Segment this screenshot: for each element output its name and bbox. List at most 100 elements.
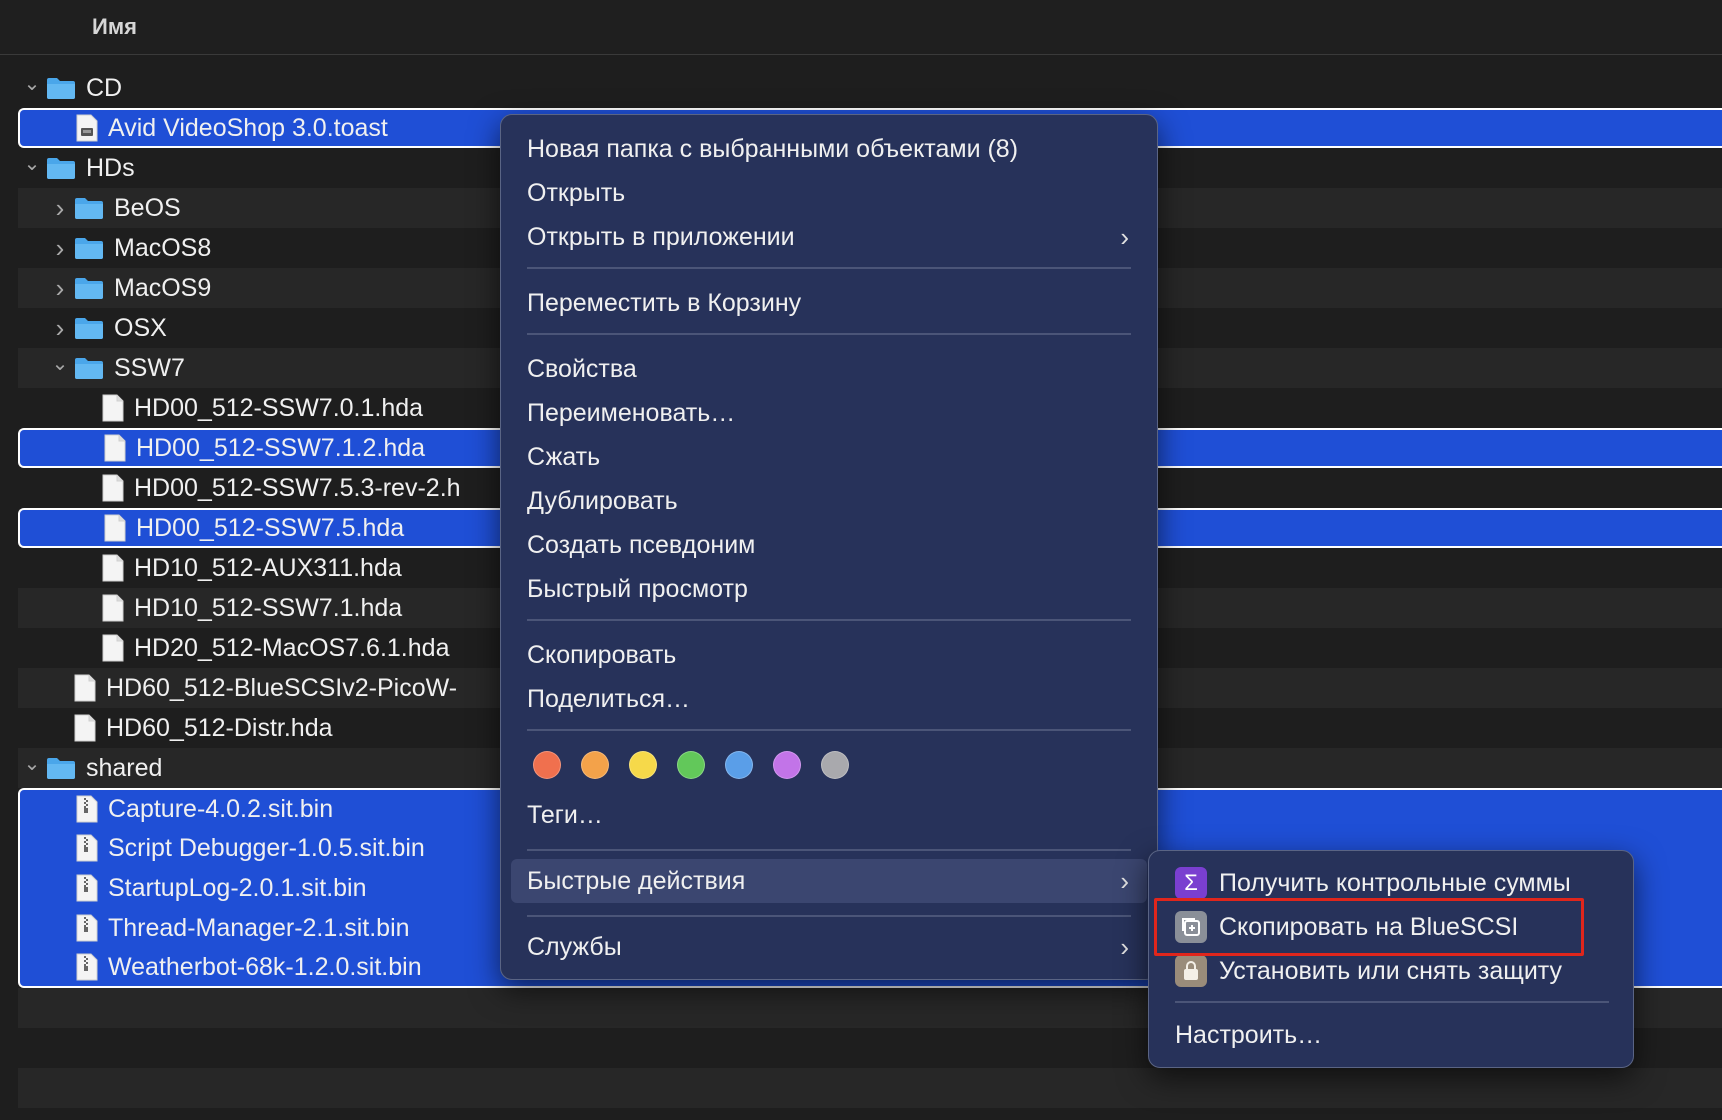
menu-separator	[527, 619, 1131, 621]
file-name: HD10_512-AUX311.hda	[134, 553, 402, 582]
menu-item-tags[interactable]: Теги…	[511, 793, 1147, 837]
menu-item-open[interactable]: Открыть	[511, 171, 1147, 215]
menu-item-label: Дублировать	[527, 486, 678, 515]
menu-item-services[interactable]: Службы ›	[511, 925, 1147, 969]
file-name: Avid VideoShop 3.0.toast	[108, 113, 388, 142]
menu-separator	[527, 729, 1131, 731]
file-name: HD00_512-SSW7.0.1.hda	[134, 393, 424, 422]
menu-item-label: Открыть в приложении	[527, 222, 795, 251]
file-name: HDs	[86, 153, 135, 182]
lock-icon	[1175, 955, 1207, 987]
chevron-down-icon[interactable]: ⌄	[18, 71, 46, 96]
menu-item-label: Установить или снять защиту	[1219, 956, 1563, 985]
empty-row	[18, 1068, 1722, 1108]
file-icon	[104, 514, 126, 542]
menu-item-label: Быстрые действия	[527, 866, 746, 895]
sigma-icon: Σ	[1175, 867, 1207, 899]
menu-item-move-to-trash[interactable]: Переместить в Корзину	[511, 281, 1147, 325]
file-name: HD60_512-BlueSCSIv2-PicoW-	[106, 673, 458, 702]
file-name: HD00_512-SSW7.1.2.hda	[136, 433, 426, 462]
menu-item-label: Свойства	[527, 354, 637, 383]
menu-item-label: Переместить в Корзину	[527, 288, 802, 317]
lock-icon-shape	[1184, 961, 1198, 980]
submenu-item-customize[interactable]: Настроить…	[1159, 1013, 1625, 1057]
file-name: shared	[86, 753, 163, 782]
chevron-right-icon: ›	[1120, 866, 1129, 896]
folder-icon	[46, 76, 76, 100]
file-name: HD00_512-SSW7.5.hda	[136, 513, 405, 542]
tag-color-purple[interactable]	[773, 751, 801, 779]
file-name: HD20_512-MacOS7.6.1.hda	[134, 633, 450, 662]
folder-icon	[74, 356, 104, 380]
menu-item-label: Быстрый просмотр	[527, 574, 748, 603]
archive-icon	[76, 953, 98, 981]
chevron-down-icon[interactable]: ⌄	[46, 351, 74, 376]
archive-icon	[76, 874, 98, 902]
file-icon	[102, 394, 124, 422]
menu-item-label: Поделиться…	[527, 684, 691, 713]
tag-color-yellow[interactable]	[629, 751, 657, 779]
menu-item-new-folder-with-selection[interactable]: Новая папка с выбранными объектами (8)	[511, 127, 1147, 171]
disk-icon	[76, 114, 98, 142]
file-name: BeOS	[114, 193, 181, 222]
file-name: StartupLog-2.0.1.sit.bin	[108, 873, 367, 902]
menu-item-label: Создать псевдоним	[527, 530, 756, 559]
menu-separator	[527, 915, 1131, 917]
menu-separator	[527, 267, 1131, 269]
file-icon	[74, 714, 96, 742]
menu-item-label: Службы	[527, 932, 622, 961]
chevron-right-icon[interactable]: ›	[46, 273, 74, 304]
menu-item-quick-actions[interactable]: Быстрые действия ›	[511, 859, 1147, 903]
file-name: MacOS8	[114, 233, 212, 262]
menu-item-compress[interactable]: Сжать	[511, 435, 1147, 479]
file-name: Thread-Manager-2.1.sit.bin	[108, 913, 410, 942]
file-icon	[102, 474, 124, 502]
menu-item-label: Настроить…	[1175, 1020, 1323, 1049]
chevron-right-icon[interactable]: ›	[46, 233, 74, 264]
menu-item-make-alias[interactable]: Создать псевдоним	[511, 523, 1147, 567]
menu-item-label: Скопировать	[527, 640, 677, 669]
menu-item-label: Сжать	[527, 442, 601, 471]
tag-color-orange[interactable]	[581, 751, 609, 779]
file-name: MacOS9	[114, 273, 212, 302]
menu-separator	[527, 333, 1131, 335]
menu-item-get-info[interactable]: Свойства	[511, 347, 1147, 391]
menu-separator	[527, 849, 1131, 851]
file-name: HD00_512-SSW7.5.3-rev-2.h	[134, 473, 461, 502]
tag-color-red[interactable]	[533, 751, 561, 779]
folder-row[interactable]: ⌄ CD	[18, 68, 1722, 108]
tag-color-gray[interactable]	[821, 751, 849, 779]
archive-icon	[76, 834, 98, 862]
menu-item-label: Новая папка с выбранными объектами (8)	[527, 134, 1019, 163]
file-name: HD10_512-SSW7.1.hda	[134, 593, 403, 622]
file-name: Script Debugger-1.0.5.sit.bin	[108, 833, 425, 862]
file-name: OSX	[114, 313, 167, 342]
chevron-right-icon[interactable]: ›	[46, 193, 74, 224]
column-header-name[interactable]: Имя	[92, 14, 137, 40]
file-name: Capture-4.0.2.sit.bin	[108, 794, 334, 823]
chevron-right-icon: ›	[1120, 222, 1129, 252]
chevron-right-icon[interactable]: ›	[46, 313, 74, 344]
menu-item-share[interactable]: Поделиться…	[511, 677, 1147, 721]
menu-item-quick-look[interactable]: Быстрый просмотр	[511, 567, 1147, 611]
folder-icon	[74, 196, 104, 220]
menu-item-label: Теги…	[527, 800, 603, 829]
tag-color-green[interactable]	[677, 751, 705, 779]
folder-icon	[74, 316, 104, 340]
menu-item-duplicate[interactable]: Дублировать	[511, 479, 1147, 523]
tag-color-blue[interactable]	[725, 751, 753, 779]
menu-item-rename[interactable]: Переименовать…	[511, 391, 1147, 435]
chevron-down-icon[interactable]: ⌄	[18, 751, 46, 776]
file-icon	[74, 674, 96, 702]
file-icon	[102, 594, 124, 622]
folder-icon	[46, 156, 76, 180]
menu-item-copy[interactable]: Скопировать	[511, 633, 1147, 677]
file-name: HD60_512-Distr.hda	[106, 713, 333, 742]
file-name: CD	[86, 73, 123, 102]
highlight-box	[1154, 898, 1584, 956]
menu-item-open-with[interactable]: Открыть в приложении ›	[511, 215, 1147, 259]
folder-icon	[74, 236, 104, 260]
archive-icon	[76, 914, 98, 942]
folder-icon	[46, 756, 76, 780]
chevron-down-icon[interactable]: ⌄	[18, 151, 46, 176]
